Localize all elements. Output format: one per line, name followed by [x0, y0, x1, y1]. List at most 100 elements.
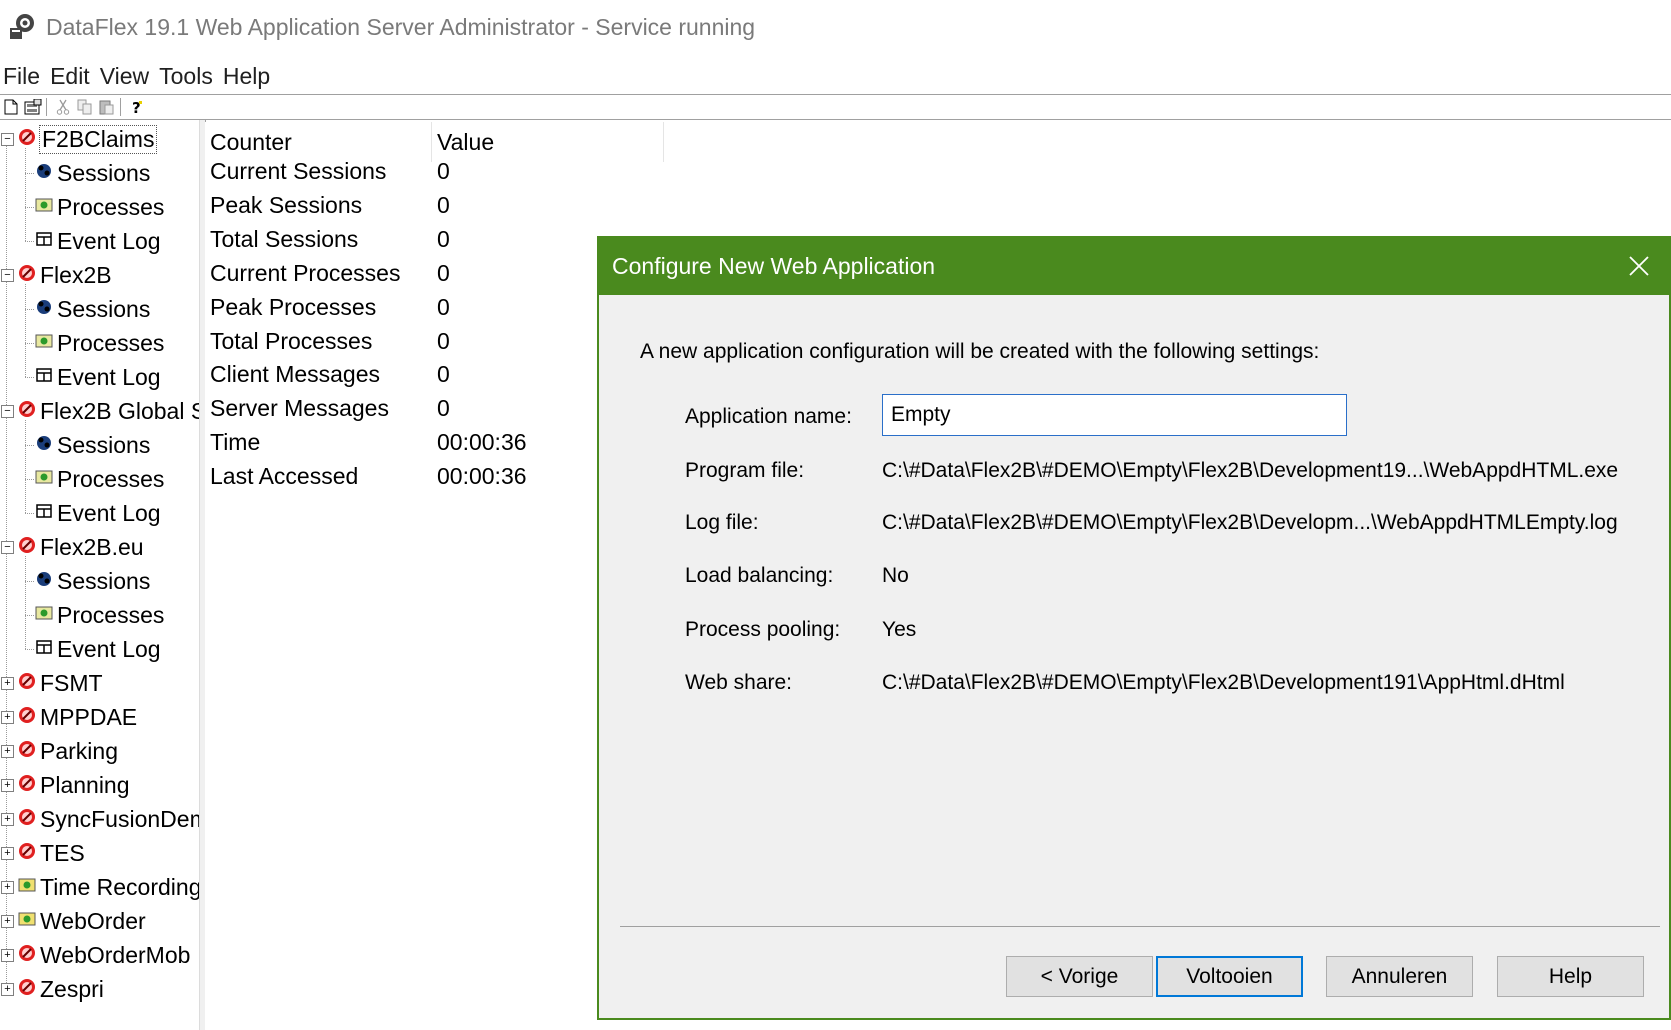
- tree-item-label: Sessions: [57, 567, 151, 594]
- tree-connector-line: [25, 420, 26, 513]
- event-log-icon: [34, 500, 57, 527]
- tree-item-node[interactable]: Event Log: [34, 224, 161, 258]
- application-stopped-icon: [17, 398, 40, 425]
- counter-name: Peak Processes: [210, 293, 377, 320]
- counter-name: Total Processes: [210, 327, 373, 354]
- collapse-icon[interactable]: −: [1, 405, 14, 418]
- load-balancing-value: No: [882, 564, 909, 587]
- menu-tools[interactable]: Tools: [156, 58, 220, 94]
- tree-item-node[interactable]: Event Log: [34, 360, 161, 394]
- new-icon[interactable]: [0, 97, 22, 117]
- application-stopped-icon: [17, 840, 40, 867]
- tree-item-label: Flex2B: [40, 261, 112, 288]
- menu-view[interactable]: View: [97, 58, 156, 94]
- toolbar: ?: [0, 96, 1671, 118]
- tree-item-node[interactable]: Sessions: [34, 564, 150, 598]
- application-tree[interactable]: − F2BClaims Sessions Processes Event Log − Fle…: [0, 122, 199, 1030]
- help-button[interactable]: Help: [1497, 956, 1644, 997]
- collapse-icon[interactable]: −: [1, 133, 14, 146]
- tree-item-node[interactable]: Event Log: [34, 632, 161, 666]
- expand-icon[interactable]: +: [1, 745, 14, 758]
- expand-icon[interactable]: +: [1, 983, 14, 996]
- tree-item-application[interactable]: Parking: [17, 734, 118, 768]
- tree-item-label: Event Log: [57, 499, 161, 526]
- collapse-icon[interactable]: −: [1, 541, 14, 554]
- tree-item-application[interactable]: WebOrder: [17, 904, 146, 938]
- toolbar-divider: [0, 119, 1671, 120]
- dialog-intro-text: A new application configuration will be …: [640, 340, 1320, 363]
- copy-icon[interactable]: [74, 97, 96, 117]
- tree-item-label: Event Log: [57, 363, 161, 390]
- tree-connector-line: [25, 377, 34, 378]
- tree-item-node[interactable]: Sessions: [34, 428, 150, 462]
- tree-item-node[interactable]: Processes: [34, 462, 164, 496]
- tree-connector-line: [25, 284, 26, 377]
- properties-icon[interactable]: [22, 97, 44, 117]
- tree-item-application[interactable]: TES: [17, 836, 85, 870]
- configure-web-app-dialog: Configure New Web Application A new appl…: [597, 236, 1671, 1020]
- finish-button[interactable]: Voltooien: [1156, 956, 1303, 997]
- tree-connector-line: [25, 445, 34, 446]
- close-icon[interactable]: [1621, 248, 1657, 284]
- tree-connector-line: [25, 513, 34, 514]
- tree-item-application[interactable]: WebOrderMob: [17, 938, 190, 972]
- counter-row[interactable]: Peak Sessions 0: [205, 187, 705, 223]
- tree-item-node[interactable]: Event Log: [34, 496, 161, 530]
- tree-item-node[interactable]: Processes: [34, 326, 164, 360]
- counter-name: Current Sessions: [210, 158, 387, 184]
- toolbar-separator: [46, 98, 50, 116]
- dialog-divider: [620, 926, 1660, 927]
- tree-item-application[interactable]: MPPDAE: [17, 700, 137, 734]
- counter-row[interactable]: Current Sessions 0: [205, 153, 705, 189]
- counter-name: Peak Sessions: [210, 191, 363, 218]
- help-icon[interactable]: ?: [126, 97, 148, 117]
- title-bar: DataFlex 19.1 Web Application Server Adm…: [0, 0, 1671, 56]
- paste-icon[interactable]: [96, 97, 118, 117]
- expand-icon[interactable]: +: [1, 813, 14, 826]
- tree-item-application[interactable]: SyncFusionDem: [17, 802, 199, 836]
- cut-icon[interactable]: [52, 97, 74, 117]
- tree-item-application[interactable]: F2BClaims: [17, 122, 158, 156]
- tree-item-application[interactable]: Zespri: [17, 972, 104, 1006]
- tree-item-application[interactable]: Flex2B: [17, 258, 112, 292]
- expand-icon[interactable]: +: [1, 677, 14, 690]
- counter-name: Current Processes: [210, 259, 401, 286]
- expand-icon[interactable]: +: [1, 711, 14, 724]
- expand-icon[interactable]: +: [1, 779, 14, 792]
- counter-value: 00:00:36: [437, 463, 527, 490]
- expand-icon[interactable]: +: [1, 915, 14, 928]
- expand-icon[interactable]: +: [1, 881, 14, 894]
- tree-item-node[interactable]: Sessions: [34, 292, 150, 326]
- tree-item-application[interactable]: Planning: [17, 768, 130, 802]
- application-stopped-icon: [17, 772, 40, 799]
- tree-item-label: Processes: [57, 329, 165, 356]
- application-name-input[interactable]: [882, 394, 1347, 436]
- tree-connector-line: [25, 479, 34, 480]
- tree-connector-line: [25, 649, 34, 650]
- application-stopped-icon: [17, 126, 40, 153]
- tree-item-label: MPPDAE: [40, 703, 138, 730]
- tree-item-node[interactable]: Processes: [34, 190, 164, 224]
- application-stopped-icon: [17, 806, 40, 833]
- menu-file[interactable]: File: [0, 58, 47, 94]
- processes-icon: [34, 466, 57, 493]
- expand-icon[interactable]: +: [1, 847, 14, 860]
- back-button[interactable]: < Vorige: [1006, 956, 1153, 997]
- tree-item-application[interactable]: Time Recording: [17, 870, 199, 904]
- menu-edit[interactable]: Edit: [47, 58, 97, 94]
- tree-item-application[interactable]: Flex2B.eu: [17, 530, 144, 564]
- tree-item-label: Flex2B.eu: [40, 533, 144, 560]
- tree-connector-line: [25, 173, 34, 174]
- expand-icon[interactable]: +: [1, 949, 14, 962]
- tree-item-application[interactable]: Flex2B Global S: [17, 394, 199, 428]
- cancel-button[interactable]: Annuleren: [1326, 956, 1473, 997]
- counter-value: 00:00:36: [437, 429, 527, 456]
- menu-help[interactable]: Help: [220, 58, 277, 94]
- tree-item-node[interactable]: Processes: [34, 598, 164, 632]
- collapse-icon[interactable]: −: [1, 269, 14, 282]
- application-stopped-icon: [17, 670, 40, 697]
- tree-item-node[interactable]: Sessions: [34, 156, 150, 190]
- tree-item-application[interactable]: FSMT: [17, 666, 103, 700]
- application-stopped-icon: [17, 262, 40, 289]
- event-log-icon: [34, 636, 57, 663]
